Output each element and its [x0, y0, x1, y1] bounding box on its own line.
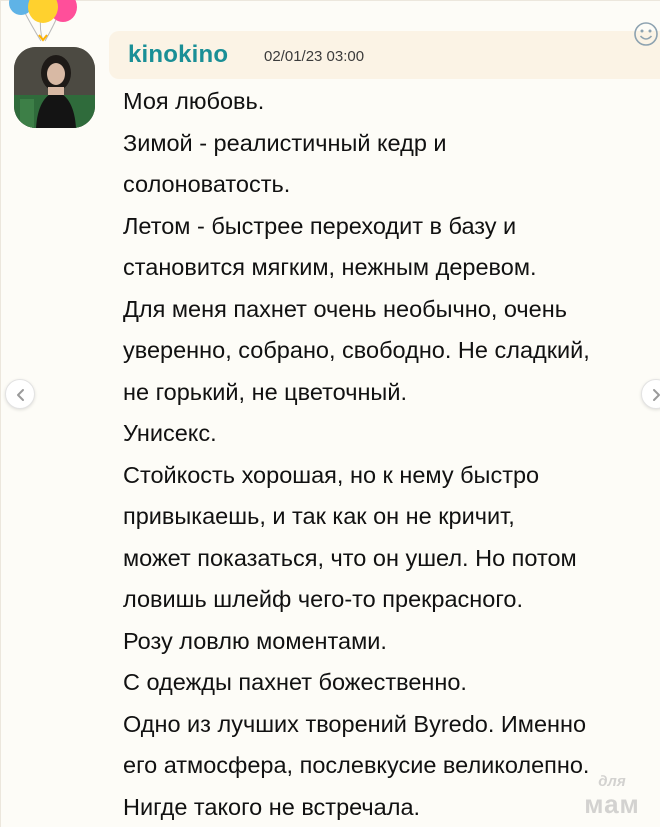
avatar[interactable]: [14, 47, 95, 128]
comment-line: ловишь шлейф чего-то прекрасного.: [123, 586, 524, 612]
prev-button[interactable]: [5, 379, 35, 409]
comment-line: привыкаешь, и так как он не кричит,: [123, 503, 515, 529]
watermark-main: мам: [584, 789, 640, 819]
watermark-top: для: [598, 773, 626, 790]
comment-line: С одежды пахнет божественно.: [123, 669, 467, 695]
comment-line: Для меня пахнет очень необычно, очень: [123, 295, 567, 322]
comment-line: становится мягким, нежным деревом.: [123, 254, 537, 280]
comment-line: Розу ловлю моментами.: [123, 627, 387, 654]
post-datetime: 02/01/23 03:00: [264, 48, 365, 65]
username[interactable]: kinokino: [128, 41, 228, 69]
comment-line: Унисекс.: [123, 420, 217, 446]
comment-line: Одно из лучших творений Byredo. Именно: [123, 710, 587, 737]
comment-card: kinokino 02/01/23 03:00 Моя любовь. Зимо…: [0, 0, 660, 827]
balloons-icon: [9, 0, 77, 42]
chevron-left-icon: [17, 389, 24, 401]
watermark: для мам: [577, 774, 647, 824]
comment-line: может показаться, что он ушел. Но потом: [123, 544, 577, 571]
comment-line: Моя любовь.: [123, 88, 265, 114]
chevron-right-icon: [653, 389, 660, 401]
comment-line: солоноватость.: [123, 171, 291, 197]
comment-line: Стойкость хорошая, но к нему быстро: [123, 461, 540, 488]
comment-line: Летом - быстрее переходит в базу и: [123, 212, 517, 239]
smile-icon[interactable]: [633, 21, 659, 47]
comment-line: уверенно, собрано, свободно. Не сладкий,: [123, 337, 590, 363]
comment-line: не горький, не цветочный.: [123, 378, 407, 405]
avatar-photo: [14, 47, 95, 128]
comment-line: Зимой - реалистичный кедр и: [123, 129, 447, 156]
comment-text: Моя любовь. Зимой - реалистичный кедр и …: [123, 81, 660, 827]
